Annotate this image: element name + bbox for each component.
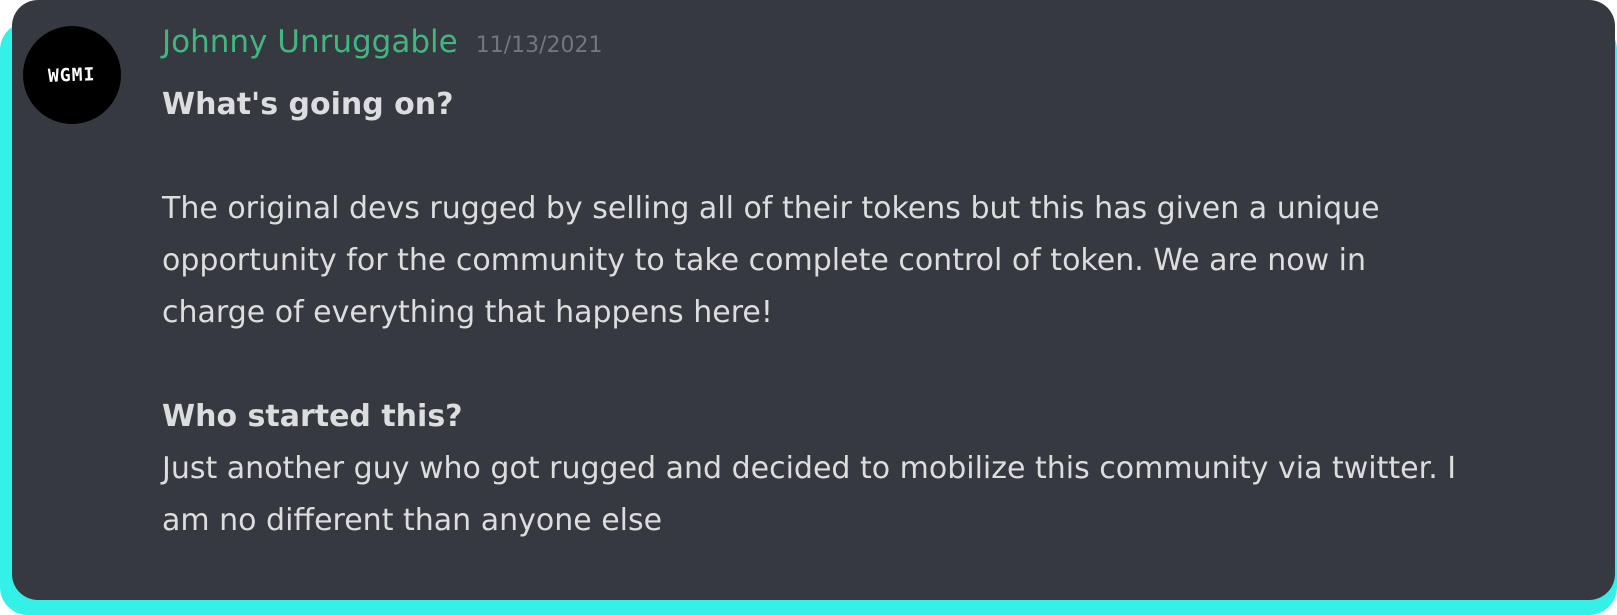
timestamp: 11/13/2021: [475, 33, 603, 58]
paragraph-origin: Just another guy who got rugged and deci…: [162, 451, 1457, 538]
message-header: Johnny Unruggable 11/13/2021: [162, 24, 603, 60]
section-heading-who-started-this: Who started this?: [162, 399, 463, 434]
avatar-logo-text: WGMI: [47, 63, 97, 87]
username[interactable]: Johnny Unruggable: [162, 24, 458, 60]
paragraph-explanation: The original devs rugged by selling all …: [162, 191, 1380, 330]
avatar[interactable]: WGMI: [23, 26, 121, 124]
section-heading-whats-going-on: What's going on?: [162, 87, 454, 122]
message-content: What's going on? The original devs rugge…: [162, 79, 1562, 547]
chat-message-card: WGMI Johnny Unruggable 11/13/2021 What's…: [12, 0, 1615, 600]
screenshot-frame: WGMI Johnny Unruggable 11/13/2021 What's…: [0, 0, 1617, 615]
